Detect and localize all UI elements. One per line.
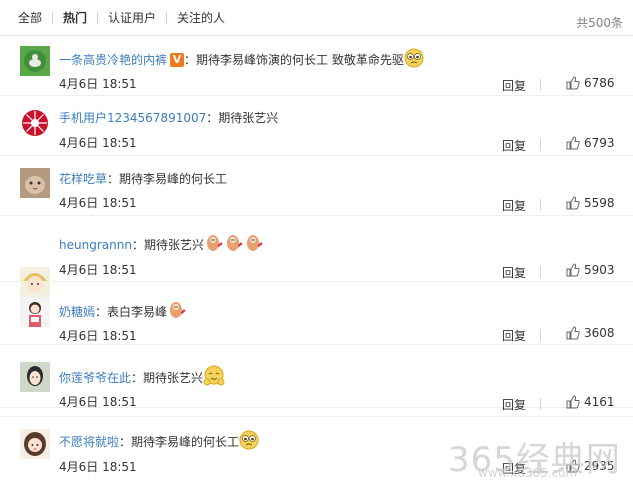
colon: ： [184,53,197,67]
love-doll-icon [204,233,224,256]
comment-time: 4月6日 18:51 [59,263,137,277]
tab-divider [166,11,168,24]
comment-username[interactable]: heungrannn [59,238,132,252]
like-button[interactable]: 6786 [566,76,615,90]
comment-username[interactable]: 你莲爷爷在此 [59,369,131,386]
thumbs-up-icon [566,76,580,90]
comment-username[interactable]: 一条高贵冷艳的内裤 [59,51,167,68]
reply-button[interactable]: 回复 [502,77,526,94]
comment-username[interactable]: 手机用户1234567891007 [59,109,206,126]
avatar[interactable] [20,362,50,392]
avatar[interactable] [20,108,50,138]
thumbs-up-icon [566,326,580,340]
like-button[interactable]: 6793 [566,136,615,150]
like-count: 5598 [584,196,615,210]
avatar[interactable] [20,429,50,459]
reply-button[interactable]: 回复 [502,396,526,413]
comment-line: 一条高贵冷艳的内裤 V ： 期待李易峰饰演的何长工 致敬革命先驱 [59,48,424,71]
comment-text: 期待李易峰的何长工 [131,435,240,449]
comment-username[interactable]: 花样吃草 [59,170,107,187]
like-button[interactable]: 5903 [566,263,615,277]
action-divider [540,266,541,278]
comment-time: 4月6日 18:51 [59,196,137,210]
action-divider [540,139,541,151]
thumbs-up-icon [566,196,580,210]
comment-username[interactable]: 奶糖嫣 [59,303,95,320]
like-count: 6793 [584,136,615,150]
like-button[interactable]: 3608 [566,326,615,340]
comment-line: 你莲爷爷在此 ： 期待张艺兴 [59,365,225,390]
comment-time: 4月6日 18:51 [59,460,137,474]
staring-face-icon [404,48,424,71]
comment-item: 花样吃草 ： 期待李易峰的何长工 4月6日 18:51 回复 5598 [0,156,633,216]
staring-face-icon [239,430,259,453]
hug-face-icon [203,365,225,390]
action-divider [540,398,541,410]
tab-verified-users[interactable]: 认证用户 [108,9,156,26]
tab-divider [52,11,54,24]
reply-button[interactable]: 回复 [502,264,526,281]
avatar[interactable] [20,168,50,198]
comment-line: 不愿将就啦 ： 期待李易峰的何长工 [59,430,259,453]
comment-item: 一条高贵冷艳的内裤 V ： 期待李易峰饰演的何长工 致敬革命先驱 4月6日 18… [0,36,633,96]
comment-text: 期待张艺兴 [143,371,204,385]
reply-button[interactable]: 回复 [502,197,526,214]
comment-username[interactable]: 不愿将就啦 [59,433,119,450]
comment-item: 奶糖嫣 ： 表白李易峰 4月6日 18:51 回复 3608 [0,282,633,345]
love-doll-icon [167,300,187,323]
total-count: 共500条 [576,16,623,30]
comment-line: heungrannn ： 期待张艺兴 [59,233,264,256]
avatar[interactable] [20,46,50,76]
watermark-url: www.xu365.com [478,466,578,480]
comment-line: 奶糖嫣 ： 表白李易峰 [59,300,187,323]
comment-time: 4月6日 18:51 [59,329,137,343]
colon: ： [107,172,120,186]
thumbs-up-icon [566,136,580,150]
comment-text: 期待李易峰饰演的何长工 致敬革命先驱 [196,53,404,67]
comment-text: 表白李易峰 [107,305,168,319]
like-count: 6786 [584,76,615,90]
love-doll-icon [244,233,264,256]
comment-time: 4月6日 18:51 [59,395,137,409]
thumbs-up-icon [566,263,580,277]
comment-filter-tabs: 全部 热门 认证用户 关注的人 共500条 [0,0,633,36]
comment-time: 4月6日 18:51 [59,77,137,91]
action-divider [540,79,541,91]
action-divider [540,199,541,211]
like-count: 5903 [584,263,615,277]
comment-line: 花样吃草 ： 期待李易峰的何长工 [59,170,227,187]
tab-following[interactable]: 关注的人 [177,9,225,26]
verified-badge-icon: V [170,52,185,67]
colon: ： [119,435,132,449]
tab-all[interactable]: 全部 [18,9,42,26]
comment-time: 4月6日 18:51 [59,136,137,150]
action-divider [540,329,541,341]
comment-text: 期待李易峰的何长工 [119,172,228,186]
like-count: 4161 [584,395,615,409]
tab-divider [97,11,99,24]
comment-item: 手机用户1234567891007 ： 期待张艺兴 4月6日 18:51 回复 … [0,96,633,156]
like-button[interactable]: 5598 [566,196,615,210]
like-count: 3608 [584,326,615,340]
thumbs-up-icon [566,395,580,409]
colon: ： [131,238,144,252]
colon: ： [95,305,108,319]
comment-line: 手机用户1234567891007 ： 期待张艺兴 [59,109,278,126]
colon: ： [131,371,144,385]
comment-item: heungrannn ： 期待张艺兴 4月6日 18:51 回复 5903 [0,219,633,285]
comment-item: 你莲爷爷在此 ： 期待张艺兴 4月6日 18:51 回复 4161 [0,352,633,417]
colon: ： [206,111,219,125]
comment-text: 期待张艺兴 [143,238,204,252]
tab-hot[interactable]: 热门 [63,9,87,26]
reply-button[interactable]: 回复 [502,137,526,154]
comment-text: 期待张艺兴 [218,111,279,125]
like-button[interactable]: 4161 [566,395,615,409]
avatar[interactable] [20,297,50,327]
reply-button[interactable]: 回复 [502,327,526,344]
love-doll-icon [224,233,244,256]
